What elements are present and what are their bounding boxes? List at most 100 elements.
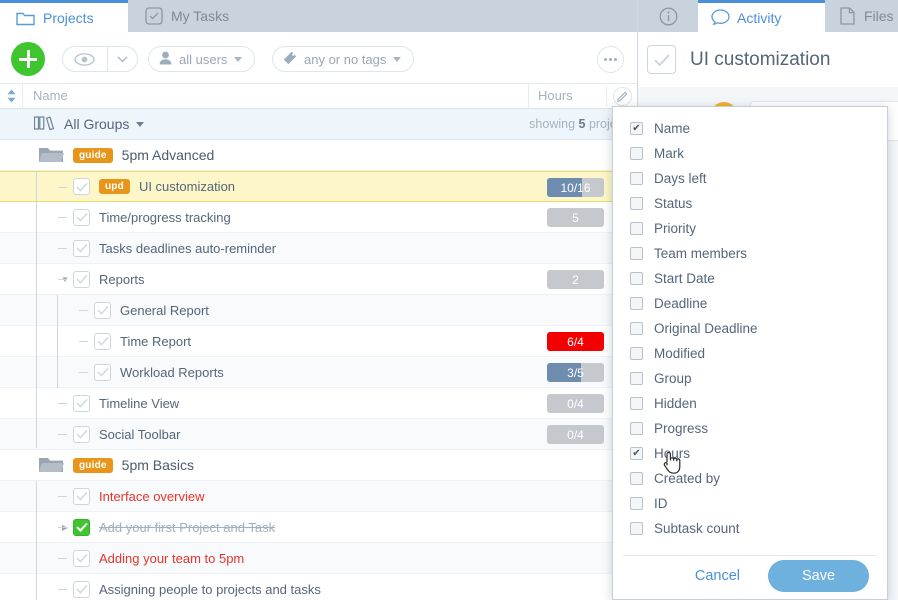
menu-item-checkbox[interactable] (630, 422, 643, 435)
cancel-button[interactable]: Cancel (695, 568, 740, 584)
menu-item-checkbox[interactable] (630, 447, 643, 460)
projects-pane: Projects My Tasks all user (0, 0, 637, 600)
tab-files[interactable]: Files (825, 0, 898, 32)
chevron-down-icon[interactable] (136, 122, 144, 127)
table-row[interactable]: ▶Add your first Project and Task (0, 512, 637, 543)
row-checkbox[interactable] (73, 550, 90, 567)
menu-item[interactable]: Hidden (613, 391, 887, 416)
row-checkbox[interactable] (73, 209, 90, 226)
menu-item[interactable]: Group (613, 366, 887, 391)
menu-item-label: Modified (654, 346, 705, 361)
tree-tick (58, 527, 67, 528)
columns-option-list[interactable]: Name Mark Days left StatusPriorityTeam memb… (613, 107, 887, 547)
chevron-down-icon[interactable] (108, 56, 137, 63)
tab-my-tasks[interactable]: My Tasks (128, 0, 258, 32)
row-checkbox[interactable] (73, 488, 90, 505)
menu-item-checkbox[interactable] (630, 347, 643, 360)
menu-item[interactable]: Original Deadline (613, 316, 887, 341)
menu-item-checkbox[interactable] (630, 147, 643, 160)
menu-item[interactable]: Priority (613, 216, 887, 241)
menu-item-checkbox[interactable] (630, 172, 643, 185)
menu-item[interactable]: Mark (613, 141, 887, 166)
table-row[interactable]: updUI customization10/16 (0, 171, 637, 202)
menu-item[interactable]: Progress (613, 416, 887, 441)
columns-dropdown[interactable]: Name Mark Days left StatusPriorityTeam memb… (612, 106, 888, 600)
visibility-filter[interactable] (62, 46, 138, 72)
project-folder-row[interactable]: guide5pm Advanced (0, 140, 637, 171)
table-row[interactable]: Adding your team to 5pm (0, 543, 637, 574)
row-checkbox[interactable] (94, 364, 111, 381)
row-checkbox[interactable] (73, 581, 90, 598)
table-row[interactable]: Time/progress tracking5 (0, 202, 637, 233)
menu-item-checkbox[interactable] (630, 122, 643, 135)
tree-tick (58, 589, 67, 590)
group-bar-title[interactable]: All Groups (64, 116, 129, 132)
table-row[interactable]: Interface overview (0, 481, 637, 512)
menu-item-checkbox[interactable] (630, 247, 643, 260)
row-checkbox[interactable] (73, 426, 90, 443)
sort-arrows-icon[interactable] (0, 89, 22, 103)
row-checkbox[interactable] (73, 178, 90, 195)
menu-item-checkbox[interactable] (630, 322, 643, 335)
menu-item[interactable]: Subtask count (613, 516, 887, 541)
menu-item-checkbox[interactable] (630, 297, 643, 310)
row-checkbox[interactable] (73, 395, 90, 412)
menu-item-checkbox[interactable] (630, 497, 643, 510)
tab-activity-label: Activity (737, 10, 781, 26)
hours-badge: 0/4 (547, 394, 604, 413)
menu-item[interactable]: ID (613, 491, 887, 516)
chevron-down-icon (234, 57, 242, 62)
save-button[interactable]: Save (768, 560, 869, 592)
tab-info[interactable] (638, 0, 698, 32)
menu-item[interactable]: Days left (613, 166, 887, 191)
table-row[interactable]: Social Toolbar0/4 (0, 419, 637, 450)
menu-item-label: Days left (654, 171, 707, 186)
row-checkbox[interactable] (94, 333, 111, 350)
tags-filter[interactable]: any or no tags (272, 46, 414, 72)
table-row[interactable]: General Report (0, 295, 637, 326)
table-row[interactable]: ▼Reports2 (0, 264, 637, 295)
menu-item-label: Name (654, 121, 690, 136)
row-checkbox[interactable] (73, 519, 90, 536)
menu-item[interactable]: Team members (613, 241, 887, 266)
project-task-list[interactable]: guide5pm AdvancedupdUI customization10/1… (0, 140, 637, 600)
menu-item-checkbox[interactable] (630, 522, 643, 535)
menu-item-label: Hidden (654, 396, 697, 411)
project-folder-row[interactable]: guide5pm Basics (0, 450, 637, 481)
edit-columns-button[interactable] (606, 87, 637, 106)
menu-item[interactable]: Deadline (613, 291, 887, 316)
table-row[interactable]: Timeline View0/4 (0, 388, 637, 419)
ellipsis-dot (609, 58, 612, 61)
tree-tick (58, 434, 67, 435)
menu-item-checkbox[interactable] (630, 197, 643, 210)
menu-item-checkbox[interactable] (630, 472, 643, 485)
menu-item[interactable]: Created by (613, 466, 887, 491)
tab-activity[interactable]: Activity (698, 0, 825, 32)
table-row[interactable]: Time Report6/4 (0, 326, 637, 357)
folder-icon (16, 8, 35, 27)
column-header-name[interactable]: Name (22, 84, 528, 108)
menu-item[interactable]: Status (613, 191, 887, 216)
table-row[interactable]: Assigning people to projects and tasks (0, 574, 637, 600)
more-options-button[interactable] (597, 46, 624, 73)
menu-item-checkbox[interactable] (630, 372, 643, 385)
menu-item[interactable]: Start Date (613, 266, 887, 291)
menu-item[interactable]: Name (613, 116, 887, 141)
row-checkbox[interactable] (73, 271, 90, 288)
row-checkbox[interactable] (73, 240, 90, 257)
menu-item-checkbox[interactable] (630, 272, 643, 285)
column-header-hours[interactable]: Hours (528, 84, 606, 108)
menu-item[interactable]: Hours (613, 441, 887, 466)
menu-item-checkbox[interactable] (630, 397, 643, 410)
table-row[interactable]: Workload Reports3/5 (0, 357, 637, 388)
menu-item[interactable]: Modified (613, 341, 887, 366)
tab-projects[interactable]: Projects (0, 0, 128, 32)
menu-item-checkbox[interactable] (630, 222, 643, 235)
add-button[interactable] (11, 42, 45, 76)
row-checkbox[interactable] (94, 302, 111, 319)
tree-tick (58, 496, 67, 497)
eye-icon[interactable] (63, 53, 107, 66)
task-complete-checkbox[interactable] (647, 45, 676, 74)
table-row[interactable]: Tasks deadlines auto-reminder (0, 233, 637, 264)
users-filter[interactable]: all users (148, 46, 255, 72)
